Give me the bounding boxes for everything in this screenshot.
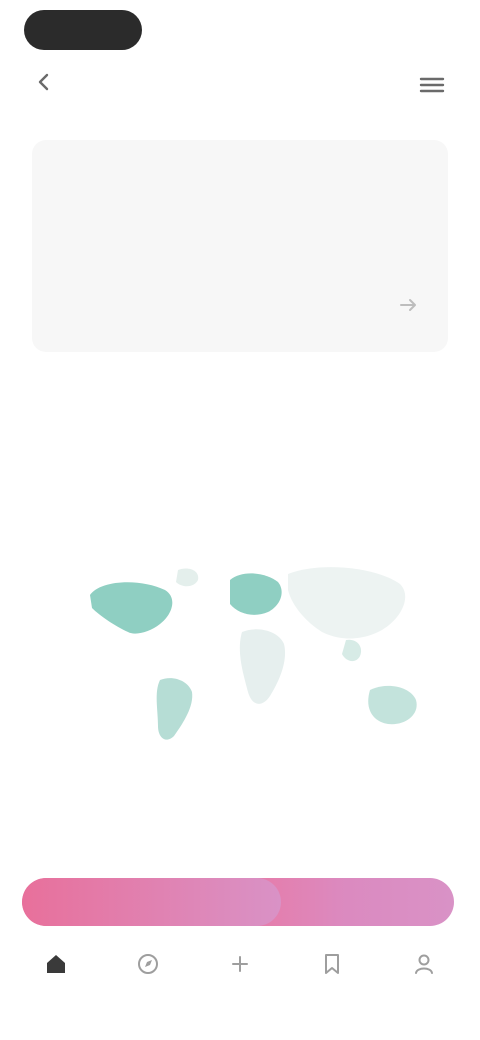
region-africa [239,629,286,704]
explore-icon [134,950,162,978]
progress-bar [22,878,454,926]
nav-item-bookmark[interactable] [302,940,362,986]
region-australia [368,685,417,725]
profile-icon [410,950,438,978]
region-south-america [156,678,193,740]
world-map [90,567,417,740]
add-icon [226,950,254,978]
status-pill [24,10,142,50]
region-asia [288,567,406,639]
nav-item-add[interactable] [210,940,270,986]
region-europe [230,573,282,615]
bottom-nav [0,940,480,1020]
region-north-america [90,582,173,634]
nav-item-explore[interactable] [118,940,178,986]
region-southeast-asia [342,639,362,662]
featured-card[interactable] [32,140,448,352]
back-icon[interactable] [30,68,58,96]
top-bar [0,60,480,110]
nav-item-home[interactable] [26,940,86,986]
bookmark-icon [318,950,346,978]
section-header [26,840,456,864]
share-icon[interactable] [398,296,420,314]
region-greenland [176,568,199,587]
nav-item-profile[interactable] [394,940,454,986]
progress-fill [22,878,282,926]
home-icon [42,950,70,978]
menu-icon[interactable] [416,72,448,98]
